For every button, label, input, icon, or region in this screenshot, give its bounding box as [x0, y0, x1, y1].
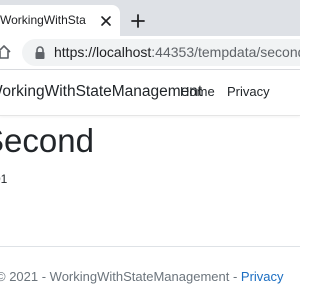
site-navbar: WorkingWithStateManagement Home Privacy	[0, 70, 300, 116]
footer-copyright: © 2021 - WorkingWithStateManagement -	[0, 269, 241, 284]
tab-title: WorkingWithStateManagement	[0, 13, 86, 27]
tempdata-value: 01	[0, 172, 8, 186]
footer-text: © 2021 - WorkingWithStateManagement - Pr…	[0, 269, 284, 284]
plus-icon[interactable]	[129, 12, 147, 30]
lock-icon	[35, 46, 45, 59]
nav-link-home[interactable]: Home	[180, 84, 215, 99]
home-icon[interactable]	[0, 44, 12, 60]
navbar-brand[interactable]: WorkingWithStateManagement	[0, 83, 202, 101]
tab-strip: WorkingWithStateManagement	[0, 0, 300, 36]
close-icon[interactable]	[98, 13, 114, 29]
nav-link-privacy[interactable]: Privacy	[227, 84, 270, 99]
browser-window: WorkingWithStateManagement https://local…	[0, 0, 300, 300]
footer-privacy-link[interactable]: Privacy	[241, 269, 284, 284]
browser-tab[interactable]: WorkingWithStateManagement	[0, 5, 120, 36]
page-title: Second	[0, 122, 94, 159]
url-text[interactable]: https://localhost:44353/tempdata/second	[54, 44, 300, 60]
url-path: :44353/tempdata/second	[151, 44, 300, 60]
url-host: https://localhost	[54, 44, 152, 60]
address-bar[interactable]: https://localhost:44353/tempdata/second	[22, 39, 300, 66]
browser-toolbar: https://localhost:44353/tempdata/second	[0, 36, 300, 70]
site-footer: © 2021 - WorkingWithStateManagement - Pr…	[0, 246, 300, 300]
